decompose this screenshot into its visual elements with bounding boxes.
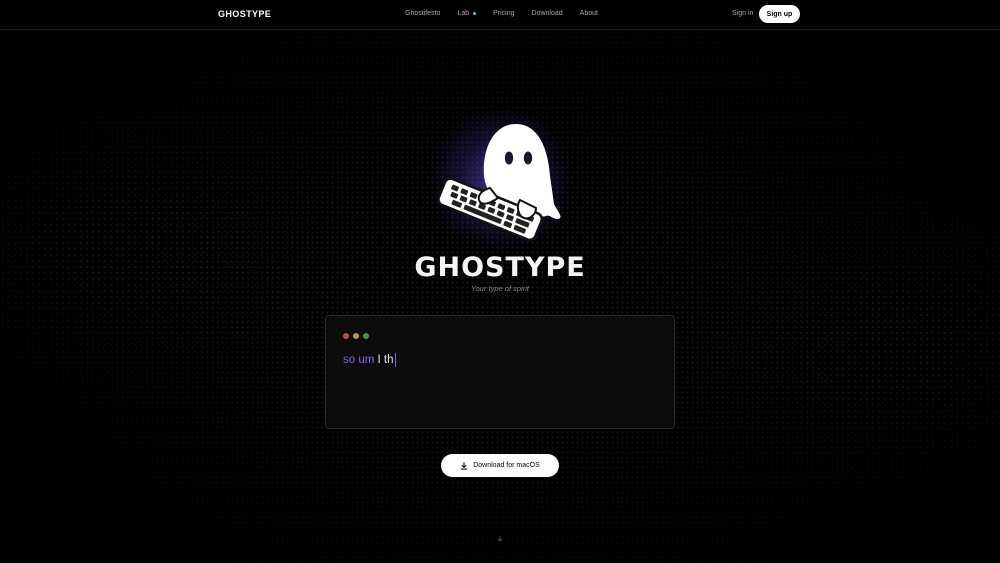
sign-up-button[interactable]: Sign up xyxy=(759,5,800,23)
download-icon xyxy=(460,461,468,470)
download-macos-button[interactable]: Download for macOS xyxy=(441,454,559,477)
sign-in-link[interactable]: Sign in xyxy=(732,10,753,17)
minimize-dot xyxy=(353,333,359,339)
new-indicator-dot xyxy=(473,11,477,15)
nav-link-ghostifesto[interactable]: Ghostifesto xyxy=(405,10,440,17)
typing-demo-window: so um I th xyxy=(325,315,675,429)
typed-words: I th xyxy=(377,354,394,367)
hero-title: GHOSTYPE xyxy=(414,252,586,283)
nav-link-lab-label: Lab xyxy=(457,10,470,17)
hero-tagline: Your type of spirit xyxy=(471,284,529,293)
text-caret xyxy=(394,353,397,367)
nav-link-about[interactable]: About xyxy=(580,10,598,17)
nav-link-pricing[interactable]: Pricing xyxy=(493,10,514,17)
scroll-down-icon xyxy=(497,536,503,542)
typing-demo-text: so um I th xyxy=(343,353,397,367)
filler-words: so um xyxy=(343,354,375,367)
nav-logo[interactable]: GHOSTYPE xyxy=(218,9,271,19)
nav-links: Ghostifesto Lab Pricing Download About xyxy=(405,10,598,17)
top-nav: GHOSTYPE Ghostifesto Lab Pricing Downloa… xyxy=(0,0,1000,30)
ghost-typing-keyboard-icon xyxy=(437,124,561,242)
download-label: Download for macOS xyxy=(473,462,540,469)
nav-link-lab[interactable]: Lab xyxy=(457,10,477,17)
nav-link-download[interactable]: Download xyxy=(532,10,563,17)
maximize-dot xyxy=(363,333,369,339)
close-dot xyxy=(343,333,349,339)
window-controls xyxy=(343,333,369,339)
